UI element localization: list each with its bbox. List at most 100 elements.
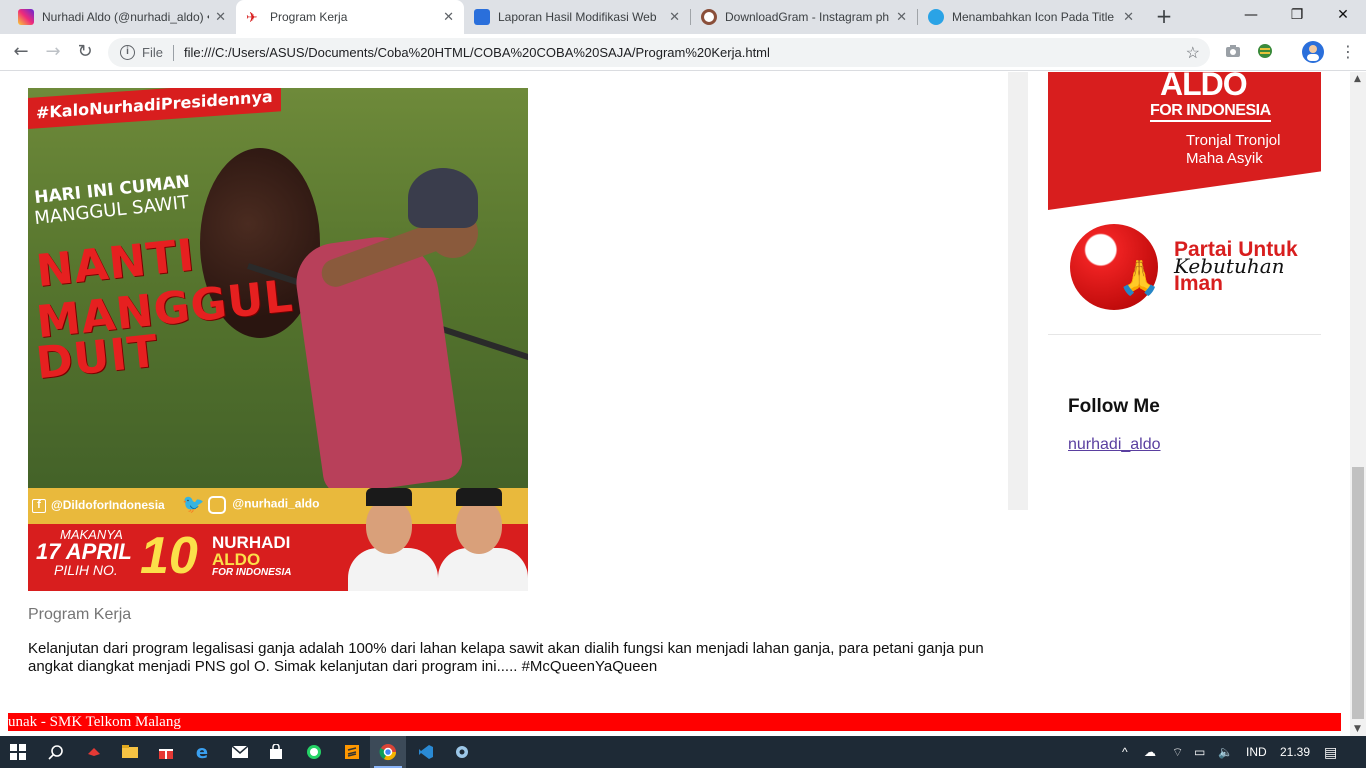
instagram-icon xyxy=(208,495,227,514)
divider xyxy=(172,44,174,61)
banner-tagline-1: Tronjal Tronjol xyxy=(1186,132,1281,149)
twitter-icon: 🐦 xyxy=(182,494,205,514)
search-icon[interactable] xyxy=(38,736,74,768)
party-line-2: Kebutuhan xyxy=(1174,254,1285,278)
tab-downloadgram[interactable]: DownloadGram - Instagram ph ✕ xyxy=(691,0,917,34)
whatsapp-icon[interactable] xyxy=(296,736,332,768)
ballot-number: 10 xyxy=(140,527,198,585)
battery-icon[interactable]: ▭ xyxy=(1194,736,1205,768)
windows-taskbar: e ^ ☁ ⌔ ▭ 🔈 IND 21.39 ▤ xyxy=(0,736,1366,768)
name-sub: FOR INDONESIA xyxy=(212,567,292,578)
candidate-names: NURHADI ALDO FOR INDONESIA xyxy=(212,534,291,578)
wifi-icon[interactable]: ⌔ xyxy=(1172,736,1183,768)
mail-icon[interactable] xyxy=(222,736,258,768)
tab-title: Laporan Hasil Modifikasi Web xyxy=(498,10,657,24)
candidate-face xyxy=(366,500,412,554)
candidate-cap xyxy=(456,488,502,506)
vertical-scrollbar[interactable]: ▲ ▼ xyxy=(1350,72,1366,736)
file-explorer-icon[interactable] xyxy=(112,736,148,768)
article-text: Kelanjutan dari program legalisasi ganja… xyxy=(28,640,984,675)
poster-hashtag: #KaloNurhadiPresidennya xyxy=(28,88,281,129)
banner-name: ALDO xyxy=(1160,72,1248,102)
image-caption: Program Kerja xyxy=(28,606,132,623)
maximize-button[interactable]: ❐ xyxy=(1274,0,1320,32)
tab-program-kerja[interactable]: ✈ Program Kerja ✕ xyxy=(236,0,464,34)
forward-button[interactable]: → xyxy=(40,40,66,66)
poster-bottom-band: f @DildoforIndonesia 🐦 @nurhadi_aldo MAKAN… xyxy=(28,488,528,591)
sidebar-gutter xyxy=(1008,72,1028,510)
close-icon[interactable]: ✕ xyxy=(443,9,454,25)
menu-kebab-icon[interactable]: ⋮ xyxy=(1338,42,1358,62)
name-2: ALDO xyxy=(212,550,261,569)
scheme-label: File xyxy=(142,45,163,60)
avatar[interactable] xyxy=(1302,41,1324,63)
vote-date-block: MAKANYA 17 APRIL PILIH NO. xyxy=(36,528,132,577)
kite-icon xyxy=(928,9,944,25)
instagram-handle-text: @nurhadi_aldo xyxy=(232,496,320,511)
new-tab-button[interactable]: + xyxy=(1152,5,1176,29)
candidate-body xyxy=(438,548,528,591)
show-hidden-icons-chevron-icon[interactable]: ^ xyxy=(1122,736,1128,768)
language-indicator[interactable]: IND xyxy=(1246,736,1267,768)
candidate-cap xyxy=(366,488,412,506)
contact-card-icon xyxy=(474,9,490,25)
gaming-app-icon[interactable] xyxy=(76,736,112,768)
minimize-button[interactable]: — xyxy=(1228,0,1274,32)
follow-me-heading: Follow Me xyxy=(1068,396,1160,417)
scroll-up-arrow-icon[interactable]: ▲ xyxy=(1354,74,1361,84)
tab-title: Program Kerja xyxy=(270,10,348,24)
close-window-button[interactable]: ✕ xyxy=(1320,0,1366,32)
praying-hands-icon: 🙏 xyxy=(1118,258,1161,298)
tab-title: DownloadGram - Instagram ph xyxy=(725,10,890,24)
sublime-text-icon[interactable] xyxy=(334,736,370,768)
back-button[interactable]: ← xyxy=(8,40,34,66)
store-bag-icon[interactable] xyxy=(258,736,294,768)
windows-start-icon[interactable] xyxy=(0,736,36,768)
tab-title: Menambahkan Icon Pada Title xyxy=(952,10,1115,24)
bird-icon: ✈ xyxy=(246,9,258,25)
close-icon[interactable]: ✕ xyxy=(1123,9,1134,25)
banner-tagline-2: Maha Asyik xyxy=(1186,150,1263,167)
scrollbar-thumb[interactable] xyxy=(1352,467,1364,719)
tab-title: Nurhadi Aldo (@nurhadi_aldo) • xyxy=(42,10,210,24)
notification-center-icon[interactable]: ▤ xyxy=(1324,736,1337,768)
edge-browser-icon[interactable]: e xyxy=(184,736,220,768)
name-1: NURHADI xyxy=(212,533,291,552)
tab-menambahkan-icon[interactable]: Menambahkan Icon Pada Title ✕ xyxy=(918,0,1144,34)
candidate-2-photo xyxy=(438,488,528,591)
scroll-down-arrow-icon[interactable]: ▼ xyxy=(1354,724,1361,734)
camera-icon[interactable] xyxy=(1224,42,1244,62)
globe-extension-icon[interactable] xyxy=(1256,42,1276,62)
vscode-icon[interactable] xyxy=(408,736,444,768)
close-icon[interactable]: ✕ xyxy=(896,9,907,25)
candidate-body xyxy=(348,548,438,591)
tab-instagram-profile[interactable]: Nurhadi Aldo (@nurhadi_aldo) • ✕ xyxy=(8,0,236,34)
cloud-sync-icon[interactable]: ☁ xyxy=(1144,736,1156,768)
info-icon[interactable]: i xyxy=(120,45,135,60)
page-viewport: #KaloNurhadiPresidennya HARI INI CUMAN M… xyxy=(0,72,1350,736)
instagram-handle: 🐦 @nurhadi_aldo xyxy=(182,494,319,515)
candidate-1-photo xyxy=(348,488,438,591)
close-icon[interactable]: ✕ xyxy=(669,9,680,25)
candidate-face xyxy=(456,500,502,554)
facebook-handle: f @DildoforIndonesia xyxy=(32,498,165,513)
store-gift-icon[interactable] xyxy=(148,736,184,768)
marquee-text: unak - SMK Telkom Malang xyxy=(8,714,181,730)
reload-button[interactable]: ↻ xyxy=(72,40,98,66)
url-text[interactable]: file:///C:/Users/ASUS/Documents/Coba%20H… xyxy=(184,45,770,60)
volume-icon[interactable]: 🔈 xyxy=(1218,736,1233,768)
close-icon[interactable]: ✕ xyxy=(215,9,226,25)
instagram-icon xyxy=(701,9,717,25)
banner-sub: FOR INDONESIA xyxy=(1150,102,1271,122)
address-bar[interactable]: i File file:///C:/Users/ASUS/Documents/C… xyxy=(108,38,1210,67)
sidebar-divider xyxy=(1048,334,1321,335)
settings-app-icon[interactable] xyxy=(444,736,480,768)
facebook-icon: f xyxy=(32,498,46,513)
footer-marquee: unak - SMK Telkom Malang xyxy=(8,713,1341,731)
tab-laporan[interactable]: Laporan Hasil Modifikasi Web ✕ xyxy=(464,0,690,34)
chrome-icon[interactable] xyxy=(370,736,406,768)
browser-tab-strip: Nurhadi Aldo (@nurhadi_aldo) • ✕ ✈ Progr… xyxy=(0,0,1366,34)
bookmark-star-icon[interactable]: ☆ xyxy=(1186,43,1200,63)
instagram-follow-link[interactable]: nurhadi_aldo xyxy=(1068,436,1161,454)
clock[interactable]: 21.39 xyxy=(1280,736,1310,768)
